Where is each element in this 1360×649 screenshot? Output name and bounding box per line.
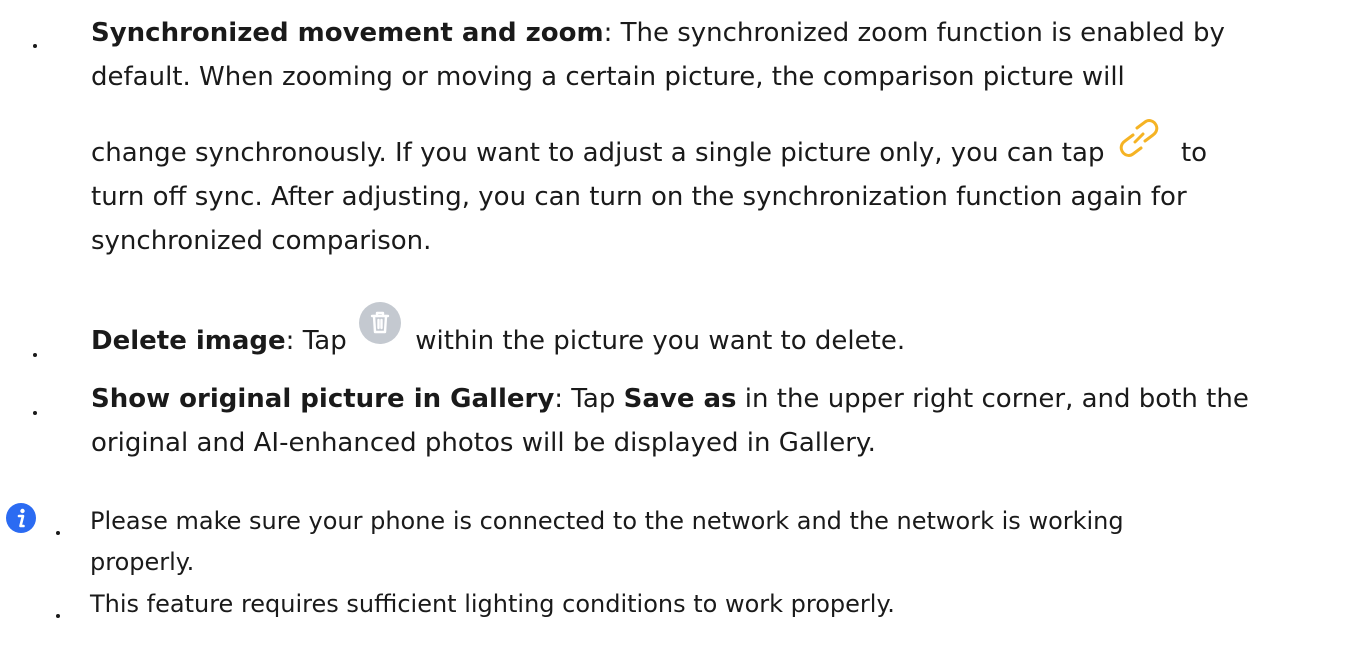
note-bullet-1 (56, 531, 60, 535)
item-2-line-1: Delete image: Tap within the picture you… (91, 302, 906, 356)
item-3-text-after: in the upper right corner, and both the (736, 384, 1249, 414)
note-1-line-1: Please make sure your phone is connected… (90, 507, 1124, 535)
bullet-3 (33, 411, 37, 415)
item-1-line-4: turn off sync. After adjusting, you can … (91, 182, 1187, 212)
item-1-text-3b: to (1180, 138, 1208, 168)
bullet-2 (33, 353, 37, 357)
item-1-line-2: default. When zooming or moving a certai… (91, 62, 1125, 92)
trash-icon (358, 302, 401, 351)
item-3-title: Show original picture in Gallery (91, 384, 555, 414)
item-2-title: Delete image (91, 326, 286, 356)
note-2-line-1: This feature requires sufficient lightin… (90, 590, 895, 618)
bullet-1 (33, 44, 37, 48)
item-3-text-before: : Tap (554, 384, 624, 414)
info-icon (6, 503, 36, 537)
note-1-text-2: properly. (90, 548, 195, 576)
item-3-save-as: Save as (623, 384, 737, 414)
note-2-text-1: This feature requires sufficient lightin… (90, 590, 895, 618)
note-bullet-2 (56, 614, 60, 618)
item-3-line-1: Show original picture in Gallery: Tap Sa… (91, 384, 1249, 414)
item-1-line-1: Synchronized movement and zoom: The sync… (91, 18, 1225, 48)
item-1-text-1: : The synchronized zoom function is enab… (603, 18, 1225, 48)
item-3-text-2: original and AI-enhanced photos will be … (91, 428, 876, 458)
item-3-line-2: original and AI-enhanced photos will be … (91, 428, 876, 458)
item-1-title: Synchronized movement and zoom (91, 18, 604, 48)
item-1-text-5: synchronized comparison. (91, 226, 432, 256)
item-2-text-after: within the picture you want to delete. (415, 326, 906, 356)
note-1-text-1: Please make sure your phone is connected… (90, 507, 1124, 535)
item-1-line-3: change synchronously. If you want to adj… (91, 119, 1208, 168)
item-1-text-3: change synchronously. If you want to adj… (91, 138, 1105, 168)
item-1-line-5: synchronized comparison. (91, 226, 431, 256)
item-1-text-4: turn off sync. After adjusting, you can … (91, 182, 1187, 212)
note-1-line-2: properly. (90, 548, 194, 576)
item-2-text-before: : Tap (285, 326, 347, 356)
item-1-text-2: default. When zooming or moving a certai… (91, 62, 1125, 92)
link-icon (1119, 118, 1159, 165)
